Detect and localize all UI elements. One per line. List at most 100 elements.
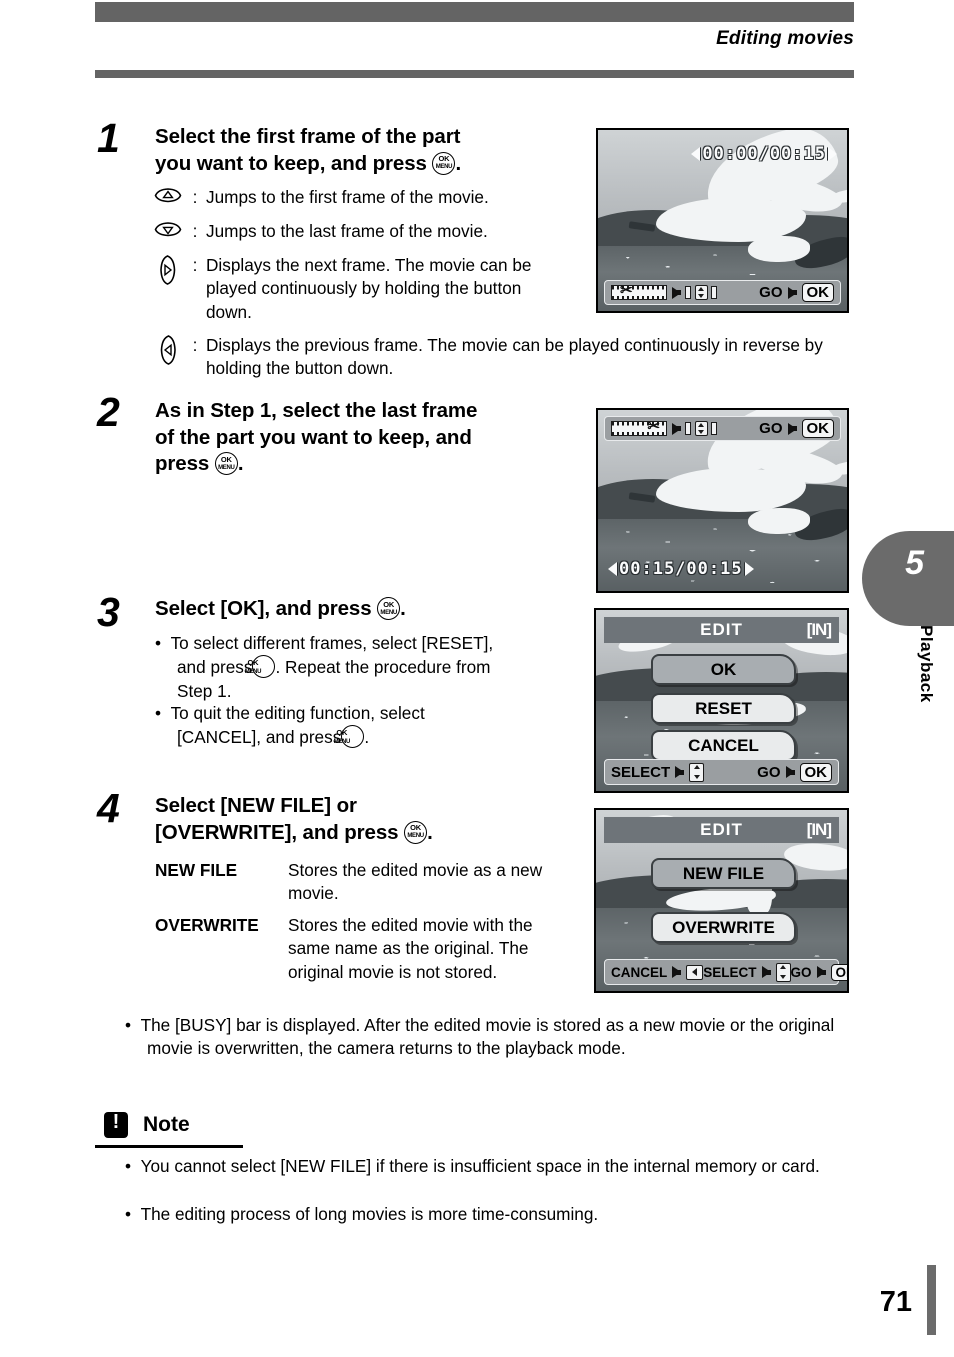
memory-location-badge: [IN] [806,820,832,839]
step-4-heading-line1: Select [NEW FILE] or [155,794,357,817]
go-label: GO [790,964,812,980]
prev-frame-arrow-icon [608,562,617,576]
pad-up-arrow [698,423,704,427]
prev-frame-arrow-icon [691,147,701,161]
screen2-control-bar: ✂ GO OK [604,416,841,441]
step-1-row-right: : Displays the next frame. The movie can… [152,254,552,324]
dpad-up-icon [152,186,184,210]
definition-new-file: NEW FILE Stores the edited movie as a ne… [155,859,555,906]
edit-confirm-menu: EDIT [IN] OK RESET CANCEL SELECT GO OK [594,608,849,793]
timecode-display: 00:15/00:15 [608,559,754,579]
step-1-heading-period: . [455,151,462,175]
ok-label: OK [438,154,450,164]
ok-menu-button-icon: OK MENU [334,725,365,749]
chapter-number: 5 [905,544,924,582]
definition-desc-new-file: Stores the edited movie as a new movie. [288,860,543,904]
dpad-left-icon [152,334,184,372]
ok-button-badge: OK [830,963,847,981]
arrow-right-icon [672,422,681,435]
step-1-row-up: : Jumps to the first frame of the movie. [152,186,572,210]
ok-menu-button-icon: OK MENU [377,597,401,620]
step-1-row-left-colon: : [192,335,198,355]
page-number: 71 [879,1286,912,1318]
ok-label: OK [247,657,259,667]
step-3-number: 3 [97,589,120,635]
menu-item-cancel-label: CANCEL [688,735,759,755]
ok-button-badge: OK [799,762,832,782]
menu-title-bar: EDIT [IN] [604,617,839,643]
cancel-label: CANCEL [611,964,668,980]
note-item-1: • You cannot select [NEW FILE] if there … [125,1155,845,1178]
menu-label: MENU [218,464,235,471]
ok-button-badge: OK [801,283,834,302]
note-item-2-text: The editing process of long movies is mo… [140,1204,599,1224]
step-3-bullet-2-c: . [364,727,370,748]
timecode-value: 00:15/00:15 [619,559,743,579]
step-1-row-up-text: Jumps to the first frame of the movie. [206,187,489,207]
menu-item-reset[interactable]: RESET [651,693,796,724]
menu-item-reset-label: RESET [695,698,752,718]
step-1-row-down-colon: : [192,221,198,241]
menu-item-ok[interactable]: OK [651,654,796,685]
menu-title-bar: EDIT [IN] [604,817,839,843]
go-label: GO [757,763,781,781]
exclamation-icon [104,1111,128,1138]
page-header-title: Editing movies [716,28,854,49]
menu-item-overwrite-label: OVERWRITE [672,917,775,937]
step-4-closing-bullet: • The [BUSY] bar is displayed. After the… [125,1014,855,1061]
menu-item-overwrite[interactable]: OVERWRITE [651,912,796,943]
menu-item-cancel[interactable]: CANCEL [651,730,796,761]
step-2-number: 2 [97,389,120,435]
menu-label: MENU [244,668,262,675]
step-4-closing-text: The [BUSY] bar is displayed. After the e… [140,1015,835,1059]
step-3-bullet-1-a: To select different frames, select [170,633,417,653]
chapter-label: Playback [917,625,936,703]
gull-tail [748,508,810,534]
pad-up-arrow [780,965,787,969]
menu-label: MENU [407,833,424,840]
left-pad-icon [686,964,704,980]
step-3-bullet-1: • To select different frames, select [RE… [155,632,495,703]
screen4-footer-bar: CANCEL SELECT GO OK [604,959,847,985]
definition-term-overwrite: OVERWRITE [155,915,259,935]
arrow-right-icon [787,422,797,435]
step-3-heading-period: . [400,597,406,620]
step-1-heading-line1: Select the first frame of the part [155,125,461,148]
dpad-down-icon [152,220,184,244]
timecode-display: 00:00/00:15 [691,144,837,164]
pad-down-arrow [698,430,704,434]
definition-overwrite: OVERWRITE Stores the edited movie with t… [155,914,555,984]
step-2-heading-period: . [237,452,244,476]
step-1-heading: Select the first frame of the part you w… [155,124,555,177]
up-down-pad-icon [689,762,705,782]
scissors-glyph: ✂ [620,282,633,299]
step-1-heading-line2: you want to keep, and press [155,151,427,175]
pad-down-arrow [698,294,704,298]
ok-menu-button-icon: OK MENU [214,452,238,476]
pad-left-arrow [692,968,698,976]
ok-menu-button-icon: OK MENU [432,151,456,175]
step-4-heading-line2: [OVERWRITE], and press [155,820,399,844]
select-label: SELECT [611,763,671,781]
menu-item-new-file[interactable]: NEW FILE [651,858,796,889]
arrow-right-icon [816,966,826,978]
note-item-2: • The editing process of long movies is … [125,1203,845,1226]
step-4-number: 4 [97,785,120,831]
film-scissors-icon: ✂ [611,282,667,300]
ok-button-badge: OK [801,419,834,438]
note-item-1-text: You cannot select [NEW FILE] if there is… [140,1156,820,1176]
ok-menu-button-icon: OK MENU [244,655,276,679]
header-rule [95,70,854,78]
step-2-heading-line1: As in Step 1, select the last frame [155,399,478,422]
ok-label: OK [220,454,232,464]
arrow-right-icon [785,766,795,778]
pad-center [694,285,708,300]
note-title: Note [143,1113,190,1136]
step-3-bullet-2: • To quit the editing function, select [… [155,702,495,750]
step-1-row-down: : Jumps to the last frame of the movie. [152,220,572,244]
pad-down-arrow [780,975,787,979]
step-3-heading: Select [OK], and press OK MENU. [155,596,555,623]
step-1-row-up-colon: : [192,187,198,207]
note-underline [95,1145,243,1148]
definition-term-new-file: NEW FILE [155,860,238,880]
